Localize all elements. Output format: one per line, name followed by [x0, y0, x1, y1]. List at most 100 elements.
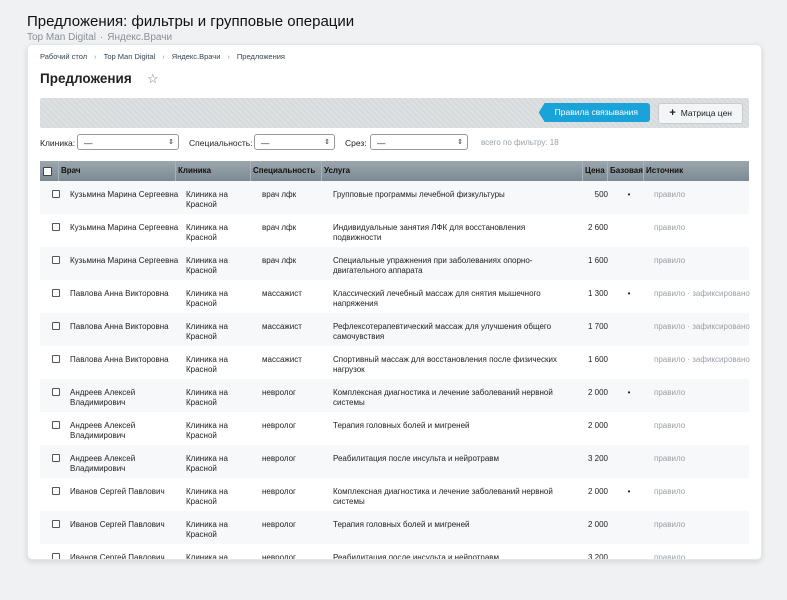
table-row[interactable]: Павлова Анна Викторовна Клиника на Красно… [40, 280, 750, 313]
clinic-filter-label: Клиника: [40, 138, 76, 148]
row-checkbox[interactable] [52, 388, 60, 396]
table-row[interactable]: Кузьмина Марина Сергеевна Клиника на Крас… [40, 247, 749, 280]
cell-clinic: Клиника на Красной [186, 256, 228, 275]
cell-source: правило [654, 520, 686, 529]
row-checkbox[interactable] [52, 355, 60, 363]
table-row[interactable]: Андреев Алексей Владимирович Клиника на К… [40, 379, 749, 412]
row-checkbox[interactable] [52, 223, 60, 231]
cell-specialty: врач лфк [262, 223, 297, 232]
row-checkbox[interactable] [52, 322, 60, 330]
table-row[interactable]: Иванов Сергей Павлович Клиника на Красной… [40, 478, 749, 511]
cell-source: правило [654, 256, 686, 265]
cell-price: 2 000 [587, 520, 608, 529]
chevron-updown-icon: ⇕ [324, 139, 330, 146]
cell-source: правило [654, 388, 686, 397]
row-checkbox[interactable] [52, 487, 60, 495]
cell-service: Комплексная диагностика и лечение заболе… [333, 388, 553, 407]
matrix-button-label: Матрица цен [680, 108, 732, 118]
cell-source: правило · зафиксировано [654, 289, 750, 298]
col-source[interactable]: Источник [643, 161, 749, 181]
cell-doctor: Кузьмина Марина Сергеевна [70, 223, 179, 232]
cell-service: Специальные упражнения при заболеваниях … [333, 256, 533, 275]
chevron-updown-icon: ⇕ [168, 139, 174, 146]
table-row[interactable]: Андреев Алексей Владимирович Клиника на К… [40, 445, 749, 478]
col-price[interactable]: Цена [582, 161, 608, 181]
slice-filter-label: Срез: [345, 138, 367, 148]
cell-price: 1 700 [587, 322, 608, 331]
breadcrumb: Рабочий стол › Top Man Digital › Яндекс.Врач… [40, 52, 285, 61]
slice-filter-select[interactable]: — ⇕ [370, 134, 468, 150]
breadcrumb-item[interactable]: Рабочий стол [40, 52, 87, 61]
col-base[interactable]: Базовая [607, 161, 644, 181]
cell-price: 1 600 [587, 256, 608, 265]
cell-doctor: Андреев Алексей Владимирович [70, 421, 136, 440]
cell-clinic: Клиника на Красной [186, 388, 228, 407]
col-clinic[interactable]: Клиника [175, 161, 251, 181]
admin-window: Рабочий стол › Top Man Digital › Яндекс.Врач… [27, 44, 762, 560]
cell-specialty: невролог [262, 454, 296, 463]
row-checkbox[interactable] [52, 421, 60, 429]
cell-service: Спортивный массаж для восстановления пос… [333, 355, 557, 374]
cell-specialty: массажист [262, 289, 302, 298]
spec-filter-select[interactable]: — ⇕ [254, 134, 335, 150]
table-row[interactable]: Кузьмина Марина Сергеевна Клиника на Крас… [40, 181, 749, 214]
table-row[interactable]: Кузьмина Марина Сергеевна Клиника на Крас… [40, 214, 749, 247]
row-checkbox[interactable] [52, 454, 60, 462]
table-row[interactable]: Андреев Алексей Владимирович Клиника на К… [40, 412, 749, 445]
breadcrumb-item: Предложения [236, 52, 285, 61]
row-checkbox[interactable] [52, 190, 60, 198]
clinic-filter-select[interactable]: — ⇕ [77, 134, 179, 150]
page-subtitle: Top Man Digital · Яндекс.Врачи [27, 32, 354, 43]
cell-base: • [627, 190, 631, 199]
slice-filter-value: — [377, 138, 386, 148]
subtitle-separator: · [99, 32, 104, 43]
cell-specialty: невролог [262, 487, 296, 496]
col-doctor[interactable]: Врач [58, 161, 176, 181]
matrix-button[interactable]: + Матрица цен [658, 103, 743, 124]
cell-source: правило [654, 553, 686, 560]
cell-clinic: Клиника на Красной [186, 355, 228, 374]
cell-price: 3 200 [587, 454, 608, 463]
col-service[interactable]: Услуга [321, 161, 582, 181]
admin-title: Предложения [40, 71, 132, 86]
cell-price: 2 600 [587, 223, 608, 232]
col-specialty[interactable]: Специальность [250, 161, 322, 181]
cell-source: правило [654, 487, 686, 496]
breadcrumb-separator: › [162, 52, 165, 61]
breadcrumb-item[interactable]: Яндекс.Врачи [172, 52, 221, 61]
cell-service: Рефлексотерапевтический массаж для улучш… [333, 322, 552, 341]
plus-icon: + [669, 107, 676, 119]
row-checkbox[interactable] [52, 520, 60, 528]
cell-doctor: Павлова Анна Викторовна [70, 322, 169, 331]
cell-price: 500 [594, 190, 608, 199]
table-row[interactable]: Иванов Сергей Павлович Клиника на Красной… [40, 544, 749, 560]
breadcrumb-item[interactable]: Top Man Digital [104, 52, 156, 61]
cell-specialty: врач лфк [262, 190, 297, 199]
cell-clinic: Клиника на Красной [186, 520, 228, 539]
cell-doctor: Андреев Алексей Владимирович [70, 388, 136, 407]
breadcrumb-separator: › [227, 52, 230, 61]
offers-table: Врач Клиника Специальность Услуга Цена Б… [40, 161, 750, 560]
cell-clinic: Клиника на Красной [186, 421, 228, 440]
cell-source: правило · зафиксировано [654, 322, 750, 331]
row-checkbox[interactable] [52, 289, 60, 297]
row-checkbox[interactable] [52, 256, 60, 264]
cell-clinic: Клиника на Красной [186, 322, 228, 341]
cell-price: 3 200 [587, 553, 608, 560]
cell-service: Индивидуальные занятия ЛФК для восстанов… [333, 223, 526, 242]
breadcrumb-separator: › [94, 52, 97, 61]
table-row[interactable]: Иванов Сергей Павлович Клиника на Красной… [40, 511, 749, 544]
select-all-checkbox[interactable] [43, 167, 52, 176]
table-row[interactable]: Павлова Анна Викторовна Клиника на Красно… [40, 313, 750, 346]
table-row[interactable]: Павлова Анна Викторовна Клиника на Красно… [40, 346, 750, 379]
row-checkbox[interactable] [52, 553, 60, 559]
cell-service: Терапия головных болей и мигреней [333, 520, 470, 529]
cell-clinic: Клиника на Красной [186, 289, 228, 308]
rules-button[interactable]: Правила связывания [538, 103, 650, 122]
cell-doctor: Иванов Сергей Павлович [70, 553, 165, 560]
table-body: Кузьмина Марина Сергеевна Клиника на Крас… [40, 181, 750, 560]
cell-specialty: невролог [262, 388, 296, 397]
page-header: Предложения: фильтры и групповые операци… [27, 12, 354, 43]
cell-base: • [627, 487, 631, 496]
star-icon[interactable]: ☆ [147, 71, 159, 87]
